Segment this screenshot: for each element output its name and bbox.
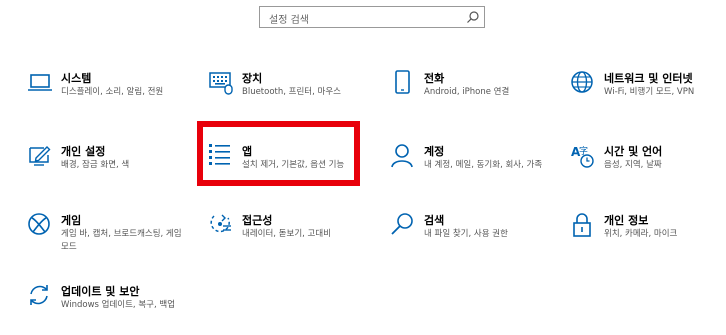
- tile-description: Android, iPhone 연결: [424, 87, 510, 97]
- tile-title: 개인 정보: [604, 214, 649, 227]
- tile-title: 전화: [424, 72, 445, 85]
- tile-description: 음성, 지역, 날짜: [604, 160, 662, 170]
- globe-icon: [570, 70, 596, 96]
- keyboard-icon: [208, 70, 234, 96]
- tile-title: 네트워크 및 인터넷: [604, 72, 693, 85]
- tile-title: 시스템: [61, 72, 92, 85]
- tile-description: 내레이터, 돋보기, 고대비: [242, 229, 332, 239]
- laptop-icon: [27, 70, 53, 96]
- accessibility-icon: [208, 212, 234, 238]
- tile-description: Bluetooth, 프린터, 마우스: [242, 87, 341, 97]
- search-placeholder: 설정 검색: [269, 15, 309, 26]
- tile-description: 내 파일 찾기, 사용 권한: [424, 229, 508, 239]
- personalize-pen-icon: [27, 143, 53, 169]
- highlight-box: [197, 121, 360, 186]
- tile-title: 개인 설정: [61, 145, 106, 158]
- tile-title: 장치: [242, 72, 263, 85]
- xbox-icon: [27, 212, 53, 238]
- sync-icon: [27, 283, 53, 309]
- tile-description: 게임 바, 캡처, 브로드캐스팅, 게임 모드: [61, 229, 182, 252]
- tile-description: Wi-Fi, 비행기 모드, VPN: [604, 87, 695, 97]
- search-icon: [390, 212, 416, 238]
- tile-title: 업데이트 및 보안: [61, 285, 140, 298]
- search-magnifier-icon: [466, 10, 480, 24]
- tile-title: 검색: [424, 214, 445, 227]
- person-icon: [390, 143, 416, 169]
- lock-icon: [570, 212, 596, 238]
- tile-description: 배경, 잠금 화면, 색: [61, 160, 130, 170]
- tile-description: 디스플레이, 소리, 알림, 전원: [61, 87, 164, 97]
- phone-icon: [390, 70, 416, 96]
- search-input[interactable]: 설정 검색: [259, 6, 485, 28]
- tile-title: 게임: [61, 214, 82, 227]
- tile-description: Windows 업데이트, 복구, 백업: [61, 300, 176, 310]
- tile-description: 위치, 카메라, 마이크: [604, 229, 678, 239]
- tile-title: 시간 및 언어: [604, 145, 663, 158]
- tile-description: 내 계정, 메일, 동기화, 회사, 가족: [424, 160, 543, 170]
- tile-title: 접근성: [242, 214, 273, 227]
- time-language-icon: A字: [570, 143, 596, 169]
- tile-title: 계정: [424, 145, 445, 158]
